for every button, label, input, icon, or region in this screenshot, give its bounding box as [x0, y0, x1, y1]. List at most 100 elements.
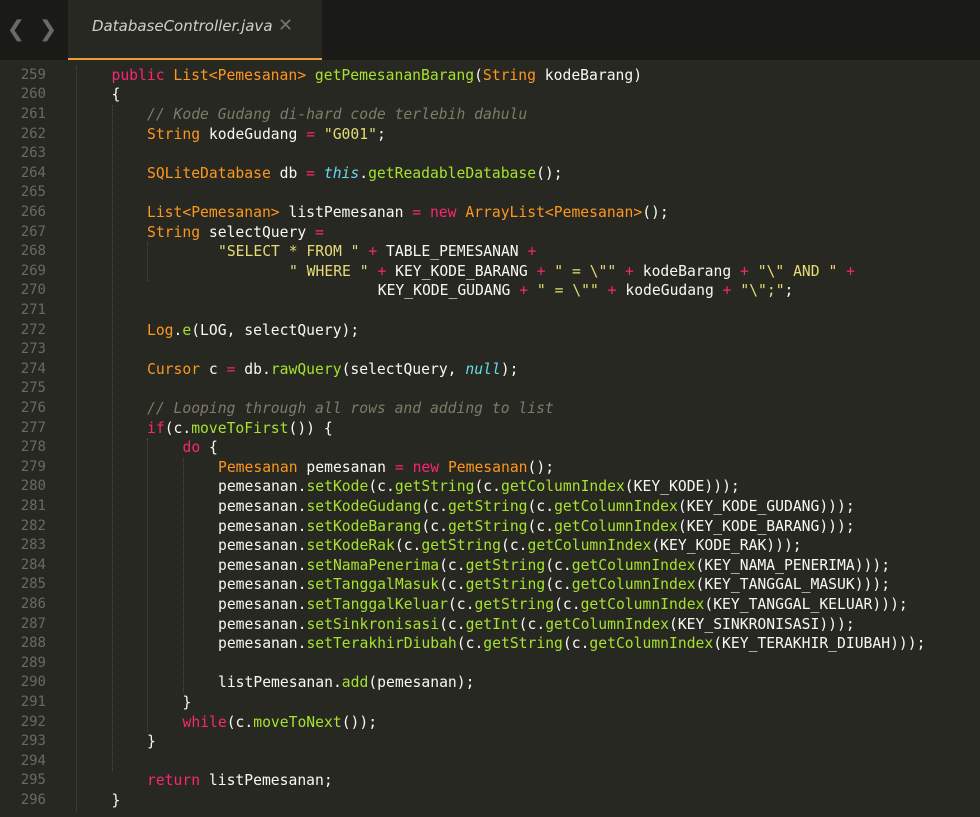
- code-token: pemesanan.: [218, 615, 307, 633]
- line-number: 268: [20, 243, 46, 260]
- code-token: String: [482, 66, 536, 84]
- code-token: (pemesanan);: [368, 674, 475, 692]
- code-token: setKodeRak: [306, 537, 395, 555]
- code-token: getColumnIndex: [527, 537, 652, 555]
- code-line: }: [112, 791, 121, 811]
- code-token: SQLiteDatabase: [147, 164, 271, 182]
- code-token: );: [500, 360, 519, 378]
- line-number: 284: [20, 556, 46, 573]
- code-token: (KEY_KODE_RAK)));: [651, 537, 802, 555]
- line-number: 274: [20, 360, 46, 377]
- code-token: ;: [376, 125, 386, 143]
- back-button[interactable]: ❮: [6, 14, 26, 44]
- code-line: KEY_KODE_GUDANG + " = \"" + kodeGudang +…: [378, 281, 794, 301]
- line-number: 280: [20, 478, 46, 495]
- code-line: }: [147, 732, 156, 752]
- code-line: listPemesanan.add(pemesanan);: [218, 673, 474, 693]
- code-token: new: [412, 458, 440, 476]
- line-number: 290: [20, 674, 46, 691]
- code-token: moveToFirst: [191, 419, 289, 437]
- code-token: ());: [341, 713, 378, 731]
- code-token: getColumnIndex: [554, 498, 678, 515]
- code-token: setTerakhirDiubah: [306, 635, 457, 653]
- code-line: SQLiteDatabase db = this.getReadableData…: [147, 164, 563, 184]
- code-token: +: [607, 282, 617, 300]
- code-token: +: [527, 243, 537, 261]
- code-token: add: [341, 674, 369, 692]
- code-token: getPemesananBarang: [314, 66, 475, 84]
- code-line: pemesanan.setSinkronisasi(c.getInt(c.get…: [218, 615, 855, 635]
- code-token: " = \"": [554, 262, 617, 280]
- line-number: 283: [20, 537, 46, 554]
- code-line: Pemesanan pemesanan = new Pemesanan();: [218, 458, 554, 478]
- code-token: setNamaPenerima: [306, 556, 440, 574]
- code-token: while: [182, 713, 227, 731]
- code-token: pemesanan: [297, 458, 395, 476]
- code-token: e: [182, 321, 192, 339]
- line-number-gutter: 259 260 261 262 263 264 265 266 267 268 269 270 271 2…: [0, 60, 66, 817]
- code-area[interactable]: public List<Pemesanan> getPemesananBaran…: [76, 60, 980, 817]
- code-token: +: [846, 262, 855, 280]
- code-line: pemesanan.setKode(c.getString(c.getColum…: [218, 477, 740, 497]
- indent-guide: [111, 105, 113, 772]
- code-token: (c.: [368, 478, 395, 496]
- code-token: (c.: [226, 713, 254, 731]
- code-token: if: [147, 419, 165, 437]
- indent-guide: [147, 438, 148, 733]
- code-token: getString: [483, 635, 563, 653]
- code-token: (c.: [527, 517, 555, 535]
- code-line: do {: [183, 438, 218, 458]
- close-icon[interactable]: ✕: [278, 15, 293, 36]
- code-token: (c.: [527, 498, 555, 515]
- code-token: getColumnIndex: [545, 615, 669, 633]
- code-token: }: [147, 733, 156, 751]
- code-token: "\";": [740, 282, 785, 300]
- code-line: // Kode Gudang di-hard code terlebih dah…: [147, 105, 527, 125]
- code-line: String kodeGudang = "G001";: [147, 125, 386, 145]
- code-token: getString: [394, 478, 475, 496]
- code-token: pemesanan.: [218, 537, 307, 555]
- indent-guide: [182, 457, 184, 693]
- code-token: "SELECT * FROM ": [218, 243, 360, 261]
- code-token: TABLE_PEMESANAN: [377, 243, 528, 261]
- code-line: }: [183, 693, 192, 713]
- code-editor[interactable]: 259 260 261 262 263 264 265 266 267 268 269 270 271 2…: [0, 60, 980, 817]
- forward-button[interactable]: ❯: [38, 14, 58, 44]
- code-token: }: [182, 694, 192, 711]
- line-number: 291: [20, 694, 46, 710]
- code-token: setKodeBarang: [306, 517, 422, 535]
- line-number: 271: [20, 302, 46, 318]
- code-token: (KEY_KODE_BARANG)));: [677, 517, 855, 535]
- code-token: (c.: [456, 635, 484, 653]
- line-number: 269: [20, 262, 46, 279]
- tab-database-controller[interactable]: DatabaseController.java ✕: [68, 0, 322, 60]
- code-token: (c.: [554, 596, 581, 613]
- code-token: getColumnIndex: [580, 596, 705, 613]
- code-token: ();: [527, 458, 555, 476]
- indent-guide: [76, 65, 77, 811]
- code-token: c: [200, 360, 227, 378]
- code-token: (c.: [474, 478, 501, 496]
- code-token: getString: [474, 596, 555, 613]
- code-token: null: [465, 360, 501, 378]
- code-token: (KEY_NAMA_PENERIMA)));: [695, 556, 891, 574]
- code-token: getColumnIndex: [571, 556, 696, 574]
- code-token: ArrayList<Pemesanan>: [465, 204, 643, 221]
- code-token: moveToNext: [253, 713, 342, 731]
- line-number: 288: [20, 635, 46, 652]
- code-line: pemesanan.setNamaPenerima(c.getString(c.…: [218, 556, 890, 576]
- code-token: (KEY_KODE)));: [624, 478, 740, 496]
- code-token: }: [111, 792, 121, 809]
- code-token: pemesanan.: [218, 576, 307, 594]
- code-token: +: [519, 282, 529, 300]
- code-token: " = \"": [536, 282, 599, 300]
- line-number: 264: [20, 164, 46, 181]
- code-token: listPemesanan;: [200, 772, 333, 790]
- code-token: kodeBarang): [535, 66, 643, 84]
- code-line: " WHERE " + KEY_KODE_BARANG + " = \"" + …: [289, 262, 855, 282]
- code-line: pemesanan.setTanggalKeluar(c.getString(c…: [218, 595, 908, 615]
